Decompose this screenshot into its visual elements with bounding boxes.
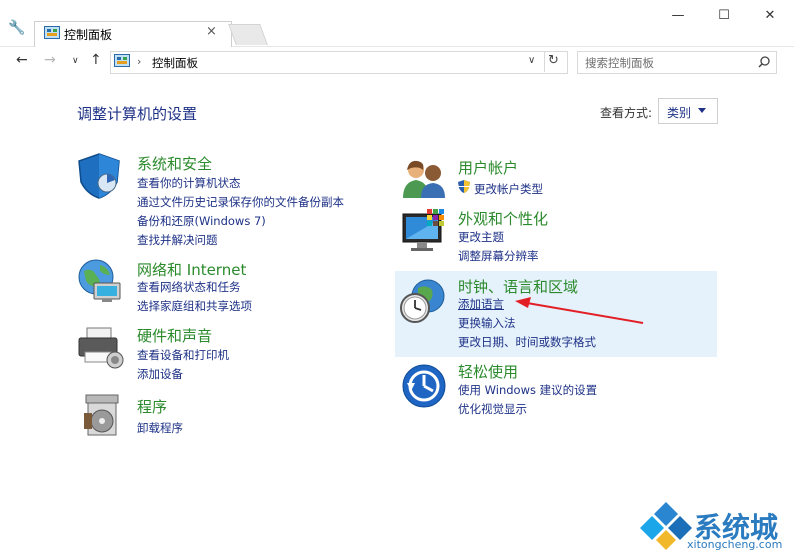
category-title-system-security[interactable]: 系统和安全 (137, 153, 212, 174)
link-add-language[interactable]: 添加语言 (458, 296, 504, 312)
category-title-programs[interactable]: 程序 (137, 396, 167, 417)
link-change-date-time-format[interactable]: 更改日期、时间或数字格式 (458, 334, 596, 350)
category-title-network-internet[interactable]: 网络和 Internet (137, 259, 246, 280)
tab-close-icon[interactable]: × (206, 24, 217, 39)
minimize-button[interactable]: — (668, 8, 688, 23)
annotation-arrow (515, 297, 644, 324)
programs-disc-icon (84, 394, 119, 436)
page-title: 调整计算机的设置 (77, 105, 198, 123)
forward-arrow-icon[interactable]: → (44, 52, 56, 68)
link-devices-printers[interactable]: 查看设备和打印机 (137, 347, 229, 363)
category-title-hardware-sound[interactable]: 硬件和声音 (137, 325, 212, 346)
link-windows-recommended-settings[interactable]: 使用 Windows 建议的设置 (458, 382, 597, 398)
shield-icon (78, 153, 120, 199)
control-panel-icon (44, 26, 60, 39)
link-network-status[interactable]: 查看网络状态和任务 (137, 279, 241, 295)
link-add-device[interactable]: 添加设备 (137, 366, 183, 382)
address-dropdown-icon[interactable]: ∨ (528, 55, 535, 66)
link-change-account-type[interactable]: 更改帐户类型 (474, 181, 543, 197)
network-globe-icon (78, 259, 121, 302)
xitongcheng-logo-icon (640, 502, 692, 550)
category-title-appearance[interactable]: 外观和个性化 (458, 208, 548, 229)
clock-globe-icon (400, 279, 445, 323)
link-view-computer-status[interactable]: 查看你的计算机状态 (137, 175, 241, 191)
printer-icon (78, 327, 124, 369)
breadcrumb-separator-icon[interactable]: › (137, 55, 141, 68)
monitor-icon (402, 209, 444, 251)
ease-of-access-icon (402, 364, 446, 408)
settings-wrench-icon[interactable]: 🔧 (8, 20, 25, 36)
refresh-icon: ↻ (548, 53, 559, 68)
breadcrumb[interactable]: 控制面板 (152, 55, 198, 71)
back-arrow-icon[interactable]: ← (16, 52, 28, 68)
view-by-value[interactable]: 类别 (667, 104, 691, 121)
link-troubleshoot[interactable]: 查找并解决问题 (137, 232, 218, 248)
search-icon[interactable] (758, 56, 770, 68)
watermark-domain: xitongcheng.com (687, 538, 783, 551)
link-homegroup[interactable]: 选择家庭组和共享选项 (137, 298, 252, 314)
users-icon (403, 160, 445, 198)
maximize-button[interactable]: ☐ (714, 8, 734, 23)
close-button[interactable]: ✕ (760, 8, 780, 23)
link-change-theme[interactable]: 更改主题 (458, 229, 504, 245)
recent-chevron-icon[interactable]: ∨ (72, 56, 79, 66)
search-placeholder: 搜索控制面板 (585, 56, 654, 70)
link-uninstall-program[interactable]: 卸载程序 (137, 420, 183, 436)
link-optimize-visual-display[interactable]: 优化视觉显示 (458, 401, 527, 417)
uac-shield-icon (458, 180, 470, 193)
link-screen-resolution[interactable]: 调整屏幕分辨率 (458, 248, 539, 264)
up-arrow-icon[interactable]: ↑ (90, 52, 102, 68)
link-file-history[interactable]: 通过文件历史记录保存你的文件备份副本 (137, 194, 344, 210)
view-by-label: 查看方式: (600, 106, 653, 120)
chevron-down-icon (698, 108, 706, 113)
category-title-ease-of-access[interactable]: 轻松使用 (458, 361, 518, 382)
category-title-user-accounts[interactable]: 用户帐户 (458, 157, 518, 178)
link-backup-restore[interactable]: 备份和还原(Windows 7) (137, 213, 266, 229)
tab-title: 控制面板 (64, 28, 113, 42)
control-panel-icon (114, 54, 130, 67)
